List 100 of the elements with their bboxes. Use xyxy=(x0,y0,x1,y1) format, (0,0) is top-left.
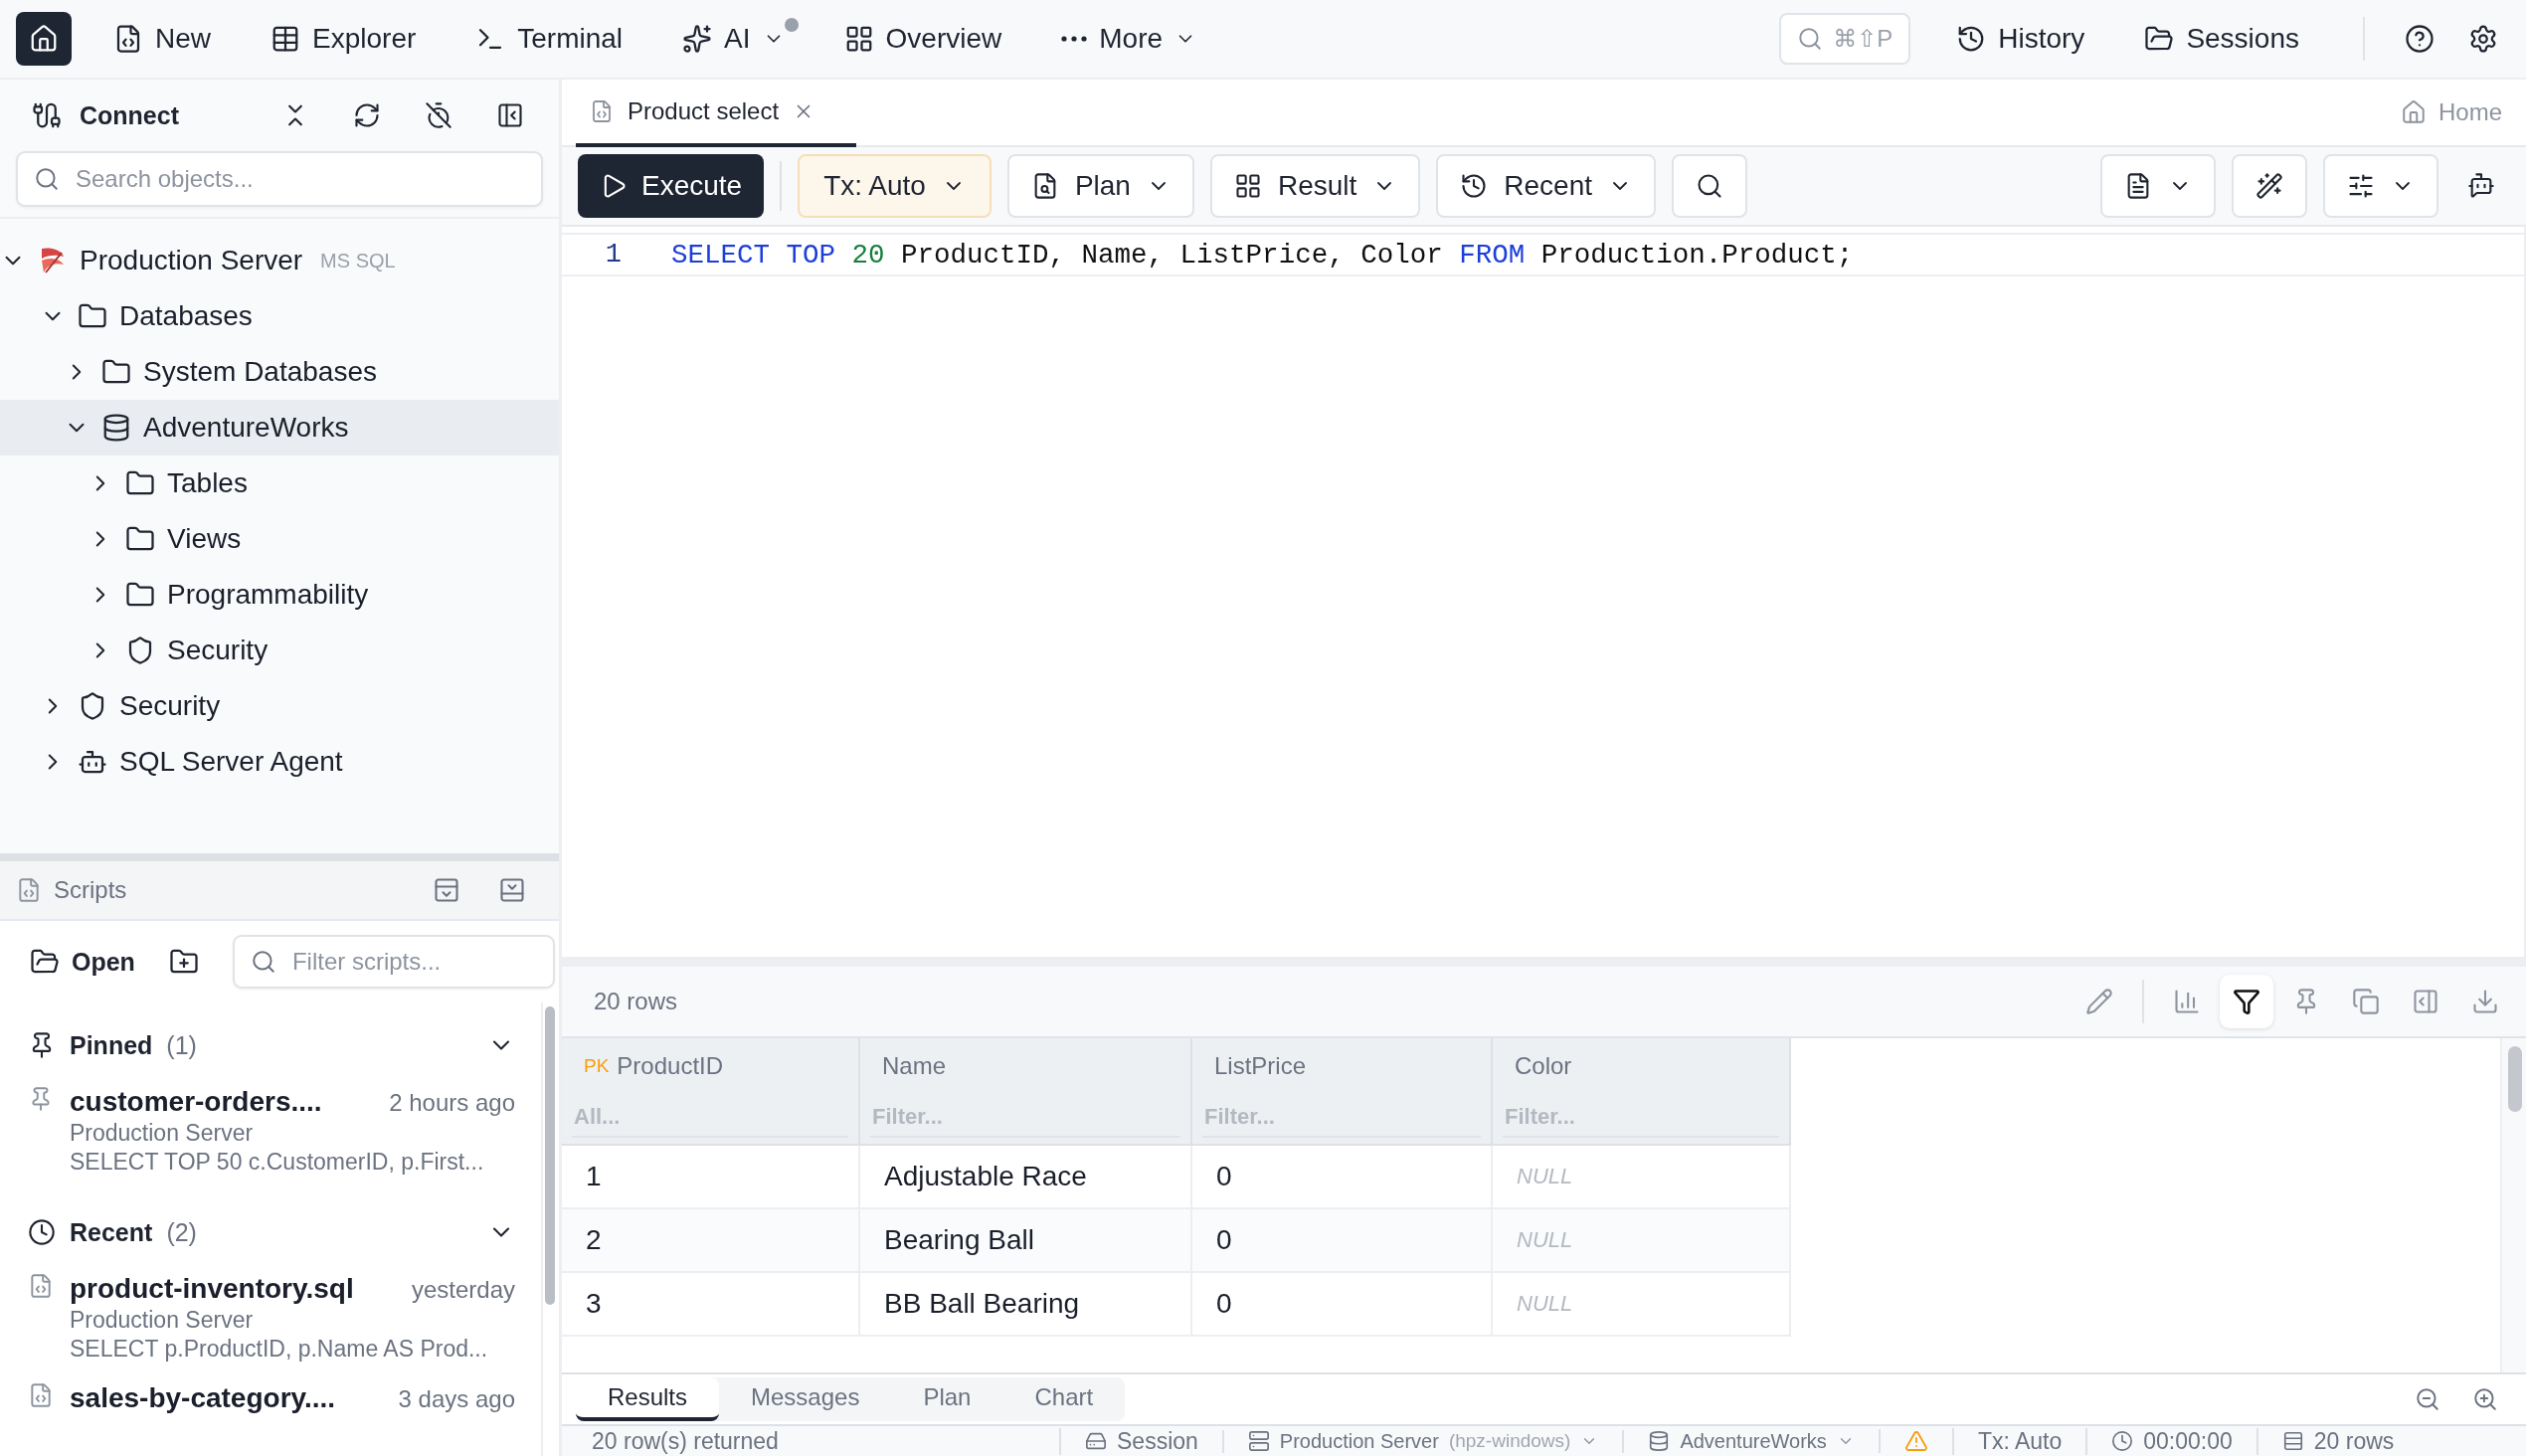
column-header[interactable]: ListPrice xyxy=(1192,1038,1493,1094)
script-time: 3 days ago xyxy=(398,1385,515,1413)
script-group-header[interactable]: Recent (2) xyxy=(28,1197,515,1267)
column-header[interactable]: Name xyxy=(860,1038,1192,1094)
script-group-header[interactable]: Pinned (1) xyxy=(28,1010,515,1080)
nav-button[interactable]: Terminal xyxy=(461,12,637,66)
result-tool-button[interactable] xyxy=(2220,975,2273,1028)
sparkles-icon xyxy=(682,24,713,54)
scrollbar-thumb[interactable] xyxy=(2508,1046,2522,1112)
column-filter-field[interactable]: Filter... xyxy=(1503,1098,1779,1138)
search-field[interactable]: Search objects... xyxy=(16,151,543,207)
clock-icon xyxy=(2111,1430,2134,1452)
tree-item[interactable]: Databases xyxy=(0,288,559,344)
panel-bottom-icon xyxy=(498,876,526,904)
column-filter-field[interactable]: Filter... xyxy=(870,1098,1180,1138)
connect-label: Connect xyxy=(80,100,180,130)
script-item[interactable]: sales-by-category.... 3 days ago xyxy=(28,1376,515,1428)
script-name: product-inventory.sql xyxy=(70,1273,354,1305)
tree-item[interactable]: Views xyxy=(0,511,559,567)
status-summary: 20 row(s) returned xyxy=(592,1427,780,1455)
nav-button[interactable]: AI xyxy=(668,12,799,66)
table-cell: 2 xyxy=(562,1209,860,1273)
options-dropdown[interactable] xyxy=(2323,154,2438,218)
search-icon xyxy=(34,166,60,192)
column-label: Name xyxy=(882,1052,947,1080)
nav-button[interactable]: History xyxy=(1942,12,2099,66)
copy-icon xyxy=(2352,988,2380,1015)
nav-button[interactable]: Overview xyxy=(829,12,1016,66)
script-name: customer-orders.... xyxy=(70,1086,322,1118)
script-preview: SELECT TOP 50 c.CustomerID, p.First... xyxy=(70,1149,485,1176)
tree-label: Programmability xyxy=(167,579,369,611)
search-input[interactable]: Search objects... xyxy=(74,164,525,194)
primary-key-label: PK xyxy=(584,1055,610,1077)
nav-button[interactable]: Sessions xyxy=(2130,12,2313,66)
tree-label: AdventureWorks xyxy=(143,412,349,444)
column-header[interactable]: Color xyxy=(1493,1038,1791,1094)
result-tab[interactable]: Plan xyxy=(891,1377,1003,1421)
column-filter-field[interactable]: Filter... xyxy=(1202,1098,1481,1138)
home-button[interactable] xyxy=(16,12,72,66)
open-button[interactable]: Open xyxy=(30,947,135,977)
column-filter-cell[interactable]: Filter... xyxy=(860,1094,1192,1146)
tree-item[interactable]: Production Server MS SQL xyxy=(0,233,559,288)
tree-label: SQL Server Agent xyxy=(119,746,343,778)
pencil-icon xyxy=(2085,988,2113,1015)
script-item[interactable]: product-inventory.sql yesterday Production Server SELECT p.ProductID, p.Name AS Prod... xyxy=(28,1267,515,1376)
result-tab[interactable]: Results xyxy=(576,1377,720,1421)
plan-dropdown[interactable]: Plan xyxy=(1006,154,1194,218)
group-count: (1) xyxy=(166,1030,198,1060)
tree-item[interactable]: Security xyxy=(0,623,559,678)
table-cell: BB Ball Bearing xyxy=(860,1273,1192,1337)
file-code-icon xyxy=(28,1273,54,1299)
status-row-count: 20 rows xyxy=(2313,1427,2395,1455)
nav-button[interactable]: More xyxy=(1047,12,1211,66)
tree-label: Security xyxy=(119,690,221,722)
script-preview: SELECT p.ProductID, p.Name AS Prod... xyxy=(70,1336,489,1363)
column-filter-field[interactable]: All... xyxy=(572,1098,848,1138)
host-label: (hpz-windows) xyxy=(1448,1430,1571,1452)
timer-off-icon xyxy=(425,101,452,129)
search-button[interactable] xyxy=(1672,154,1748,218)
execute-button[interactable]: Execute xyxy=(578,154,765,218)
table-cell: NULL xyxy=(1493,1146,1791,1209)
tree-label: Security xyxy=(167,635,269,666)
table-cell: Bearing Ball xyxy=(860,1209,1192,1273)
tree-item[interactable]: Security xyxy=(0,678,559,734)
elapsed-time: 00:00:00 xyxy=(2143,1427,2233,1455)
home-icon xyxy=(2400,99,2427,125)
tree-label: Tables xyxy=(167,467,248,499)
filter-icon xyxy=(2233,988,2260,1015)
column-filter-cell[interactable]: Filter... xyxy=(1192,1094,1493,1146)
table-cell: NULL xyxy=(1493,1209,1791,1273)
recent-dropdown[interactable]: Recent xyxy=(1436,154,1657,218)
transaction-dropdown[interactable]: Tx: Auto xyxy=(798,154,992,218)
tree-item[interactable]: AdventureWorks xyxy=(0,400,559,455)
document-dropdown[interactable] xyxy=(2100,154,2216,218)
result-tab[interactable]: Chart xyxy=(1002,1377,1126,1421)
column-filter-cell[interactable]: Filter... xyxy=(1493,1094,1791,1146)
tree-item[interactable]: System Databases xyxy=(0,344,559,400)
bot-icon xyxy=(2467,172,2495,200)
result-dropdown[interactable]: Result xyxy=(1209,154,1421,218)
column-header[interactable]: PK ProductID xyxy=(562,1038,860,1094)
format-button[interactable] xyxy=(2232,154,2307,218)
nav-button[interactable]: New xyxy=(99,12,225,66)
tree-item[interactable]: Tables xyxy=(0,455,559,511)
filter-field[interactable]: Filter scripts... xyxy=(232,935,555,989)
panel-icon xyxy=(2412,988,2439,1015)
script-item[interactable]: customer-orders.... 2 hours ago Production Server SELECT TOP 50 c.CustomerID, p.First... xyxy=(28,1080,515,1189)
result-tab[interactable]: Messages xyxy=(719,1377,892,1421)
tree-item[interactable]: SQL Server Agent xyxy=(0,734,559,790)
table-cell: NULL xyxy=(1493,1273,1791,1337)
help-icon xyxy=(2405,24,2435,54)
server-icon xyxy=(1247,1430,1270,1452)
nav-button[interactable]: Explorer xyxy=(257,12,431,66)
clock-icon xyxy=(28,1218,56,1246)
tree-item[interactable]: Programmability xyxy=(0,567,559,623)
filter-input[interactable]: Filter scripts... xyxy=(289,947,537,977)
rows-icon xyxy=(2281,1430,2304,1452)
column-filter-cell[interactable]: All... xyxy=(562,1094,860,1146)
tree-label: Databases xyxy=(119,300,253,332)
database-icon xyxy=(101,413,131,443)
scrollbar-thumb[interactable] xyxy=(545,1006,555,1305)
